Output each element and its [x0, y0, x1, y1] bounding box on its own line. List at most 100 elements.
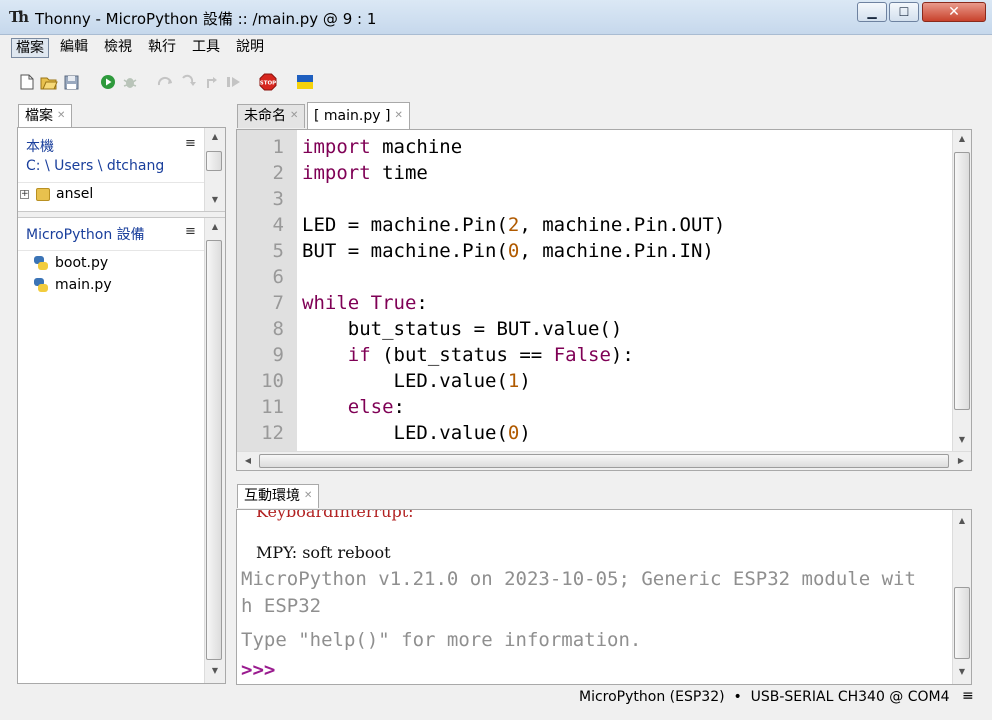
- scroll-up-icon[interactable]: ▲: [954, 516, 970, 525]
- list-item[interactable]: + ansel: [20, 184, 93, 204]
- code-text: LED.value(: [302, 422, 508, 444]
- scroll-down-icon[interactable]: ▼: [954, 435, 970, 444]
- file-name: main.py: [55, 277, 112, 293]
- close-button[interactable]: ✕: [922, 2, 986, 22]
- line-number: 9: [272, 344, 284, 366]
- title-bar: Th Thonny - MicroPython 設備 :: /main.py @…: [0, 0, 992, 35]
- list-item[interactable]: main.py: [33, 275, 112, 295]
- step-into-icon[interactable]: [180, 73, 198, 91]
- line-number: 7: [272, 292, 284, 314]
- scroll-thumb[interactable]: [206, 240, 222, 660]
- save-icon[interactable]: [62, 73, 80, 91]
- tab-files[interactable]: 檔案 ✕: [18, 104, 73, 128]
- status-connection[interactable]: MicroPython (ESP32) • USB-SERIAL CH340 @…: [579, 689, 950, 705]
- menu-help[interactable]: 說明: [232, 38, 268, 58]
- code-text: machine: [370, 136, 463, 158]
- minimize-button[interactable]: ▁: [857, 2, 887, 22]
- panel-splitter[interactable]: [18, 211, 225, 218]
- tab-files-close-icon[interactable]: ✕: [57, 110, 65, 121]
- menu-tools[interactable]: 工具: [188, 38, 224, 58]
- list-item[interactable]: boot.py: [33, 253, 108, 273]
- scroll-up-icon[interactable]: ▲: [207, 222, 223, 231]
- code-number: 0: [507, 422, 520, 444]
- tab-shell-close-icon[interactable]: ✕: [304, 490, 312, 501]
- device-menu-icon[interactable]: ≡: [185, 224, 196, 239]
- step-over-icon[interactable]: [157, 73, 175, 91]
- debug-icon[interactable]: [121, 73, 139, 91]
- code-text: , machine.Pin.IN): [519, 240, 714, 262]
- line-number-gutter: 1 2 3 4 5 6 7 8 9 10 11 12: [237, 130, 297, 451]
- line-number: 1: [272, 136, 284, 158]
- code-line[interactable]: while True:: [302, 292, 428, 314]
- code-number: 2: [507, 214, 520, 236]
- code-line[interactable]: if (but_status == False):: [302, 344, 634, 366]
- resume-icon[interactable]: [225, 73, 243, 91]
- shell-help-line: Type "help()" for more information.: [241, 629, 642, 651]
- scroll-down-icon[interactable]: ▼: [954, 667, 970, 676]
- menu-file[interactable]: 檔案: [11, 38, 49, 58]
- open-file-icon[interactable]: [40, 73, 58, 91]
- tab-main-py-close-icon[interactable]: ✕: [394, 110, 402, 121]
- local-menu-icon[interactable]: ≡: [185, 136, 196, 151]
- editor-hscrollbar[interactable]: ◀ ▶: [237, 451, 971, 470]
- code-line[interactable]: import time: [302, 162, 428, 184]
- new-file-icon[interactable]: [18, 73, 36, 91]
- python-file-icon: [33, 277, 49, 293]
- tab-shell[interactable]: 互動環境 ✕: [237, 484, 320, 508]
- scroll-thumb[interactable]: [954, 587, 970, 659]
- code-keyword: False: [553, 344, 611, 366]
- scroll-down-icon[interactable]: ▼: [207, 666, 223, 675]
- code-keyword: True: [370, 292, 417, 314]
- code-text: , machine.Pin.OUT): [519, 214, 726, 236]
- code-line[interactable]: LED = machine.Pin(2, machine.Pin.OUT): [302, 214, 725, 236]
- code-line[interactable]: but_status = BUT.value(): [302, 318, 623, 340]
- device-scrollbar[interactable]: ▲ ▼: [204, 218, 225, 683]
- menu-view[interactable]: 檢視: [100, 38, 136, 58]
- code-line[interactable]: import machine: [302, 136, 462, 158]
- menu-edit[interactable]: 編輯: [56, 38, 92, 58]
- line-number: 11: [261, 396, 284, 418]
- maximize-button[interactable]: ☐: [889, 2, 919, 22]
- scroll-thumb[interactable]: [954, 152, 970, 410]
- tab-untitled[interactable]: 未命名 ✕: [237, 104, 306, 128]
- code-text: LED.value(: [302, 370, 508, 392]
- scroll-up-icon[interactable]: ▲: [954, 134, 970, 143]
- line-number: 12: [261, 422, 284, 444]
- scroll-up-icon[interactable]: ▲: [207, 132, 223, 141]
- code-line[interactable]: else:: [302, 396, 405, 418]
- code-number: 1: [507, 370, 520, 392]
- menu-run[interactable]: 執行: [144, 38, 180, 58]
- shell-panel[interactable]: KeyboardInterrupt: MPY: soft reboot Micr…: [236, 509, 972, 685]
- expand-icon[interactable]: +: [20, 189, 29, 199]
- run-icon[interactable]: [99, 73, 117, 91]
- scroll-left-icon[interactable]: ◀: [240, 456, 256, 465]
- code-line[interactable]: BUT = machine.Pin(0, machine.Pin.IN): [302, 240, 714, 262]
- code-text: LED = machine.Pin(: [302, 214, 508, 236]
- ukraine-flag-icon[interactable]: [296, 73, 314, 91]
- scroll-thumb[interactable]: [259, 454, 949, 468]
- stop-icon[interactable]: STOP: [259, 73, 277, 91]
- tab-shell-label: 互動環境: [244, 488, 300, 504]
- status-menu-icon[interactable]: ≡: [962, 688, 974, 704]
- local-scrollbar[interactable]: ▲ ▼: [204, 128, 225, 211]
- code-text: time: [370, 162, 428, 184]
- editor-vscrollbar[interactable]: ▲ ▼: [952, 130, 971, 451]
- shell-prompt[interactable]: >>>: [241, 659, 275, 681]
- stop-icon-label: STOP: [260, 81, 276, 87]
- code-text: :: [393, 396, 405, 418]
- step-out-icon[interactable]: [203, 73, 221, 91]
- tab-untitled-close-icon[interactable]: ✕: [290, 110, 298, 121]
- scroll-thumb[interactable]: [206, 151, 222, 171]
- shell-scrollbar[interactable]: ▲ ▼: [952, 510, 971, 684]
- shell-banner-line-wrap: h ESP32: [241, 595, 322, 617]
- local-path-link[interactable]: C: \ Users \ dtchang: [26, 156, 164, 176]
- scroll-right-icon[interactable]: ▶: [953, 456, 969, 465]
- status-bar: MicroPython (ESP32) • USB-SERIAL CH340 @…: [0, 686, 992, 710]
- code-line[interactable]: LED.value(1): [302, 370, 531, 392]
- scroll-down-icon[interactable]: ▼: [207, 195, 223, 204]
- line-number: 8: [272, 318, 284, 340]
- tab-main-py[interactable]: [ main.py ] ✕: [307, 102, 410, 129]
- code-editor[interactable]: 1 2 3 4 5 6 7 8 9 10 11 12 import machine import tim…: [236, 129, 972, 471]
- code-line[interactable]: LED.value(0): [302, 422, 531, 444]
